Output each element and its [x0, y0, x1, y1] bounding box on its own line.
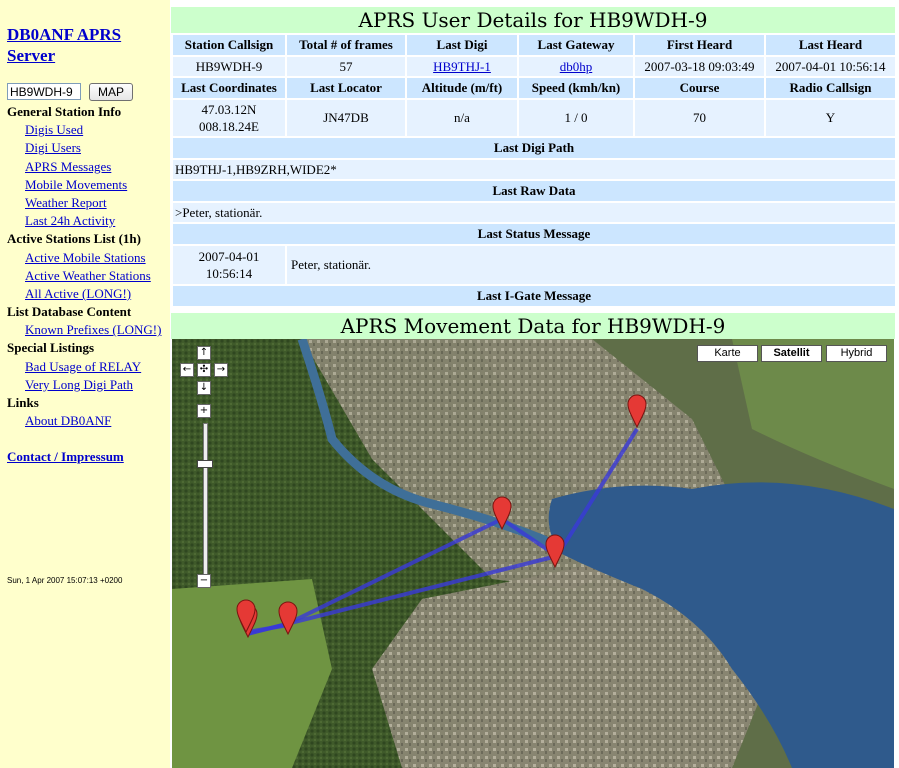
details-title: APRS User Details for HB9WDH-9: [171, 7, 895, 33]
altitude: n/a: [407, 100, 517, 136]
nav-link-digi-users[interactable]: Digi Users: [0, 139, 161, 157]
status-date: 2007-04-01: [198, 249, 260, 264]
nav-link-active-mobile[interactable]: Active Mobile Stations: [0, 249, 161, 267]
status-datetime: 2007-04-01 10:56:14: [173, 246, 285, 284]
header-first-heard: First Heard: [635, 35, 764, 55]
map-imagery[interactable]: [172, 339, 894, 768]
last-digi-cell: HB9THJ-1: [407, 57, 517, 76]
callsign-input[interactable]: [7, 83, 81, 100]
status-time: 10:56:14: [205, 266, 253, 281]
zoom-slider-handle[interactable]: [197, 460, 213, 468]
nav-link-bad-relay[interactable]: Bad Usage of RELAY: [0, 358, 161, 376]
nav-link-active-weather[interactable]: Active Weather Stations: [0, 267, 161, 285]
zoom-in-icon[interactable]: +: [197, 404, 211, 418]
zoom-out-icon[interactable]: −: [197, 574, 211, 588]
raw-data-heading: Last Raw Data: [173, 181, 895, 201]
header-last-heard: Last Heard: [766, 35, 895, 55]
speed: 1 / 0: [519, 100, 633, 136]
coordinates-lon: 008.18.24E: [199, 119, 259, 134]
last-gateway-link[interactable]: db0hp: [560, 59, 593, 74]
nav-link-digis-used[interactable]: Digis Used: [0, 121, 161, 139]
satellite-map[interactable]: [172, 339, 894, 768]
pan-left-icon[interactable]: ←: [180, 363, 194, 377]
igate-heading: Last I-Gate Message: [173, 286, 895, 306]
nav-heading-general: General Station Info: [7, 104, 122, 119]
nav-heading-database: List Database Content: [7, 304, 132, 320]
header-radio-callsign: Radio Callsign: [766, 78, 895, 98]
details-table: Station Callsign Total # of frames Last …: [171, 33, 897, 308]
server-timestamp: Sun, 1 Apr 2007 15:07:13 +0200: [7, 576, 123, 585]
nav-heading-links: Links: [7, 395, 39, 410]
total-frames: 57: [287, 57, 405, 76]
digi-path-heading: Last Digi Path: [173, 138, 895, 158]
header-last-locator: Last Locator: [287, 78, 405, 98]
nav-link-mobile-movements[interactable]: Mobile Movements: [0, 176, 161, 194]
header-last-coordinates: Last Coordinates: [173, 78, 285, 98]
nav-menu: General Station Info Digis Used Digi Use…: [0, 103, 161, 430]
station-callsign: HB9WDH-9: [173, 57, 285, 76]
map-type-satellit[interactable]: Satellit: [761, 345, 822, 362]
header-station-callsign: Station Callsign: [173, 35, 285, 55]
map-button[interactable]: MAP: [89, 83, 133, 101]
sidebar: DB0ANF APRS Server MAP General Station I…: [0, 0, 170, 768]
status-heading: Last Status Message: [173, 224, 895, 244]
map-type-hybrid[interactable]: Hybrid: [826, 345, 887, 362]
nav-heading-special: Special Listings: [7, 340, 95, 356]
last-digi-link[interactable]: HB9THJ-1: [433, 59, 491, 74]
pan-down-icon[interactable]: ↓: [197, 381, 211, 395]
movement-title: APRS Movement Data for HB9WDH-9: [171, 313, 895, 339]
coordinates-lat: 47.03.12N: [201, 102, 257, 117]
raw-data: >Peter, stationär.: [173, 203, 895, 222]
nav-link-aprs-messages[interactable]: APRS Messages: [0, 158, 161, 176]
contact-link[interactable]: Contact / Impressum: [7, 449, 124, 465]
last-coordinates: 47.03.12N 008.18.24E: [173, 100, 285, 136]
map-type-karte[interactable]: Karte: [697, 345, 758, 362]
pan-up-icon[interactable]: ↑: [197, 346, 211, 360]
radio-callsign: Y: [766, 100, 895, 136]
nav-link-weather-report[interactable]: Weather Report: [0, 194, 161, 212]
last-gateway-cell: db0hp: [519, 57, 633, 76]
header-last-digi: Last Digi: [407, 35, 517, 55]
zoom-slider-track[interactable]: [203, 423, 208, 575]
header-total-frames: Total # of frames: [287, 35, 405, 55]
header-course: Course: [635, 78, 764, 98]
digi-path: HB9THJ-1,HB9ZRH,WIDE2*: [173, 160, 895, 179]
header-last-gateway: Last Gateway: [519, 35, 633, 55]
nav-link-about[interactable]: About DB0ANF: [0, 412, 161, 430]
nav-link-all-active[interactable]: All Active (LONG!): [0, 285, 161, 303]
last-locator: JN47DB: [287, 100, 405, 136]
pan-right-icon[interactable]: →: [214, 363, 228, 377]
nav-link-long-digi-path[interactable]: Very Long Digi Path: [0, 376, 161, 394]
site-title-link[interactable]: DB0ANF APRS Server: [7, 24, 167, 66]
header-altitude: Altitude (m/ft): [407, 78, 517, 98]
last-heard: 2007-04-01 10:56:14: [766, 57, 895, 76]
header-speed: Speed (kmh/kn): [519, 78, 633, 98]
course: 70: [635, 100, 764, 136]
status-text: Peter, stationär.: [287, 246, 895, 284]
pan-center-icon[interactable]: ✣: [197, 363, 211, 377]
nav-link-known-prefixes[interactable]: Known Prefixes (LONG!): [0, 321, 161, 339]
first-heard: 2007-03-18 09:03:49: [635, 57, 764, 76]
nav-link-last-24h-activity[interactable]: Last 24h Activity: [0, 212, 161, 230]
nav-heading-active-stations: Active Stations List (1h): [7, 231, 141, 247]
